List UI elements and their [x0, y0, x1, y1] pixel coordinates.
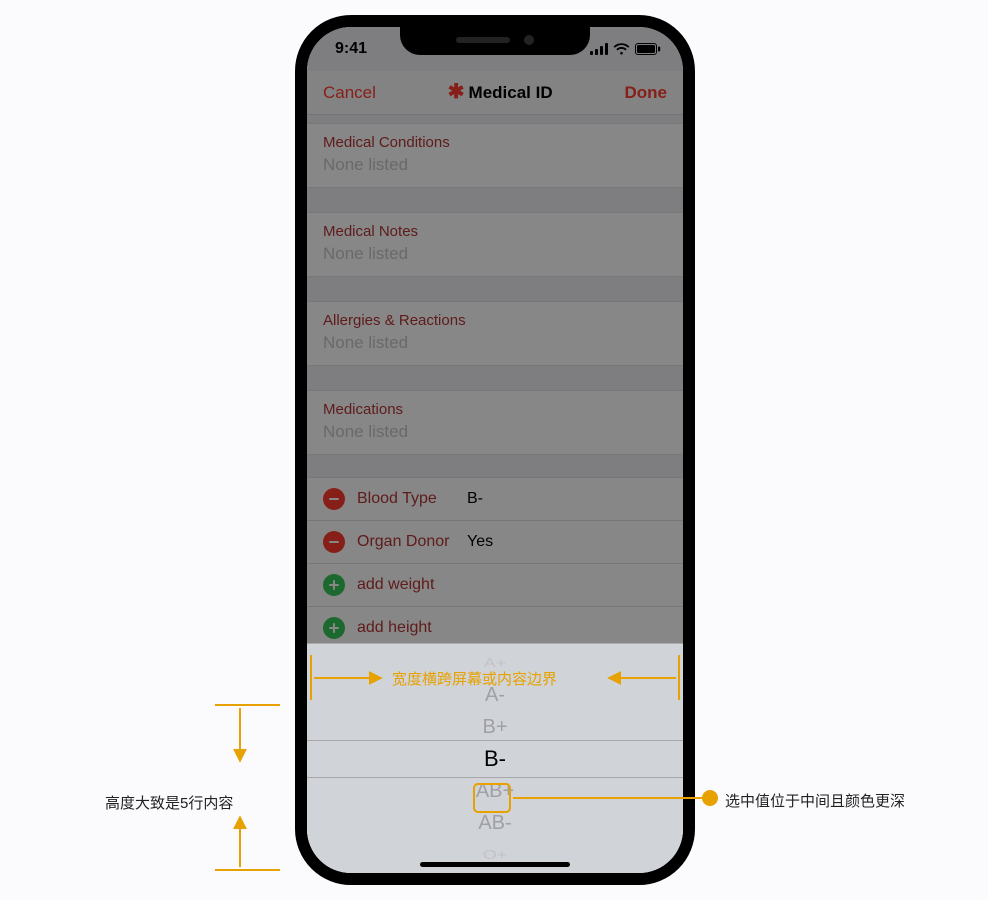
iphone-frame: 9:41 Cancel ✱ Medical ID Done [295, 15, 695, 885]
row-label: Blood Type [357, 490, 467, 508]
battery-icon [635, 43, 661, 55]
form-content[interactable]: Medical Conditions None listed Medical N… [307, 115, 683, 643]
section-medications[interactable]: Medications None listed [307, 390, 683, 455]
row-value: Yes [467, 533, 493, 551]
row-value: B- [467, 490, 483, 508]
picker-item[interactable]: AB- [347, 807, 643, 839]
screen: 9:41 Cancel ✱ Medical ID Done [307, 27, 683, 873]
home-indicator[interactable] [420, 862, 570, 867]
section-label: Medical Notes [323, 223, 667, 240]
row-add-weight[interactable]: add weight [307, 564, 683, 607]
phone-notch [400, 25, 590, 55]
annotation-selected-label: 选中值位于中间且颜色更深 [725, 790, 905, 811]
row-label: Organ Donor [357, 533, 467, 551]
wifi-icon [613, 43, 630, 55]
row-add-height[interactable]: add height [307, 607, 683, 643]
add-icon[interactable] [323, 574, 345, 596]
cancel-button[interactable]: Cancel [323, 83, 376, 103]
section-label: Medical Conditions [323, 134, 667, 151]
done-button[interactable]: Done [625, 83, 668, 103]
row-label: add height [357, 619, 432, 637]
section-value: None listed [323, 244, 667, 264]
section-value: None listed [323, 155, 667, 175]
signal-icon [590, 43, 608, 55]
remove-icon[interactable] [323, 488, 345, 510]
remove-icon[interactable] [323, 531, 345, 553]
add-icon[interactable] [323, 617, 345, 639]
section-label: Allergies & Reactions [323, 312, 667, 329]
section-medical-notes[interactable]: Medical Notes None listed [307, 212, 683, 277]
picker-item[interactable]: B+ [347, 711, 643, 743]
picker-item-selected[interactable]: B- [347, 743, 643, 775]
nav-bar: Cancel ✱ Medical ID Done [307, 71, 683, 115]
section-value: None listed [323, 422, 667, 442]
row-label: add weight [357, 576, 434, 594]
row-group: Blood Type B- Organ Donor Yes add weight [307, 477, 683, 643]
section-label: Medications [323, 401, 667, 418]
picker-item[interactable]: AB+ [347, 775, 643, 807]
page-title-text: Medical ID [469, 83, 553, 103]
section-value: None listed [323, 333, 667, 353]
annotation-height-label: 高度大致是5行内容 [105, 792, 233, 813]
section-allergies[interactable]: Allergies & Reactions None listed [307, 301, 683, 366]
section-medical-conditions[interactable]: Medical Conditions None listed [307, 123, 683, 188]
row-organ-donor[interactable]: Organ Donor Yes [307, 521, 683, 564]
star-of-life-icon: ✱ [448, 84, 465, 101]
page-title: ✱ Medical ID [448, 83, 553, 103]
row-blood-type[interactable]: Blood Type B- [307, 477, 683, 521]
annotation-width-label: 宽度横跨屏幕或内容边界 [392, 668, 557, 689]
status-time: 9:41 [335, 40, 367, 58]
